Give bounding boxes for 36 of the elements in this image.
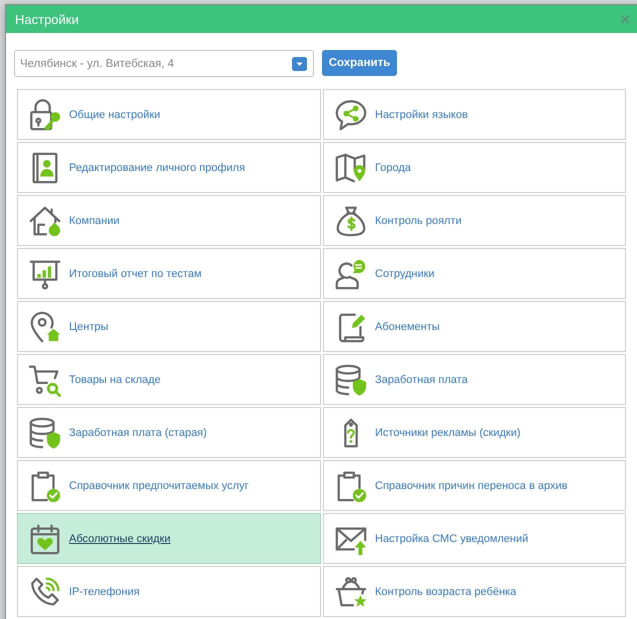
money-bag-icon	[334, 204, 368, 238]
settings-tile[interactable]: Общие настройки	[17, 89, 321, 140]
padlock-key-icon	[28, 98, 62, 132]
settings-tile[interactable]: IP-телефония	[17, 566, 321, 617]
location-select[interactable]: Челябинск - ул. Витебская, 4	[14, 50, 314, 77]
house-icon	[28, 204, 62, 238]
basket-star-icon	[334, 574, 368, 608]
settings-tile[interactable]: Контроль возраста ребёнка	[323, 566, 626, 617]
settings-tile[interactable]: Компании	[17, 195, 321, 246]
cart-magnifier-icon	[28, 362, 62, 396]
phone-signal-icon	[28, 574, 62, 608]
database-shield-icon	[334, 362, 368, 396]
settings-tile[interactable]: Настройки языков	[323, 89, 626, 140]
map-pin-icon	[334, 150, 368, 184]
settings-tile[interactable]: Источники рекламы (скидки)	[323, 407, 626, 458]
settings-tile[interactable]: Города	[323, 142, 626, 193]
settings-tile[interactable]: Центры	[17, 301, 321, 352]
save-button[interactable]: Сохранить	[322, 50, 397, 76]
settings-tile[interactable]: Абсолютные скидки	[17, 513, 321, 564]
settings-tile[interactable]: Справочник предпочитаемых услуг	[17, 460, 321, 511]
settings-tile[interactable]: Абонементы	[323, 301, 626, 352]
settings-tile[interactable]: Заработная плата	[323, 354, 626, 405]
settings-tile[interactable]: Настройка СМС уведомлений	[323, 513, 626, 564]
settings-tile[interactable]: Редактирование личного профиля	[17, 142, 321, 193]
chat-share-icon	[334, 98, 368, 132]
settings-tile[interactable]: Справочник причин переноса в архив	[323, 460, 626, 511]
settings-tile[interactable]: Товары на складе	[17, 354, 321, 405]
caret-icon	[292, 56, 307, 70]
settings-tile[interactable]: Заработная плата (старая)	[17, 407, 321, 458]
calendar-heart-icon	[28, 522, 62, 556]
database-shield-icon	[28, 416, 62, 450]
settings-tile[interactable]: Контроль роялти	[323, 195, 626, 246]
dialog-title: Настройки	[15, 12, 79, 26]
settings-tile[interactable]: Сотрудники	[323, 248, 626, 299]
settings-tile[interactable]: Итоговый отчет по тестам	[17, 248, 321, 299]
pin-house-icon	[28, 310, 62, 344]
